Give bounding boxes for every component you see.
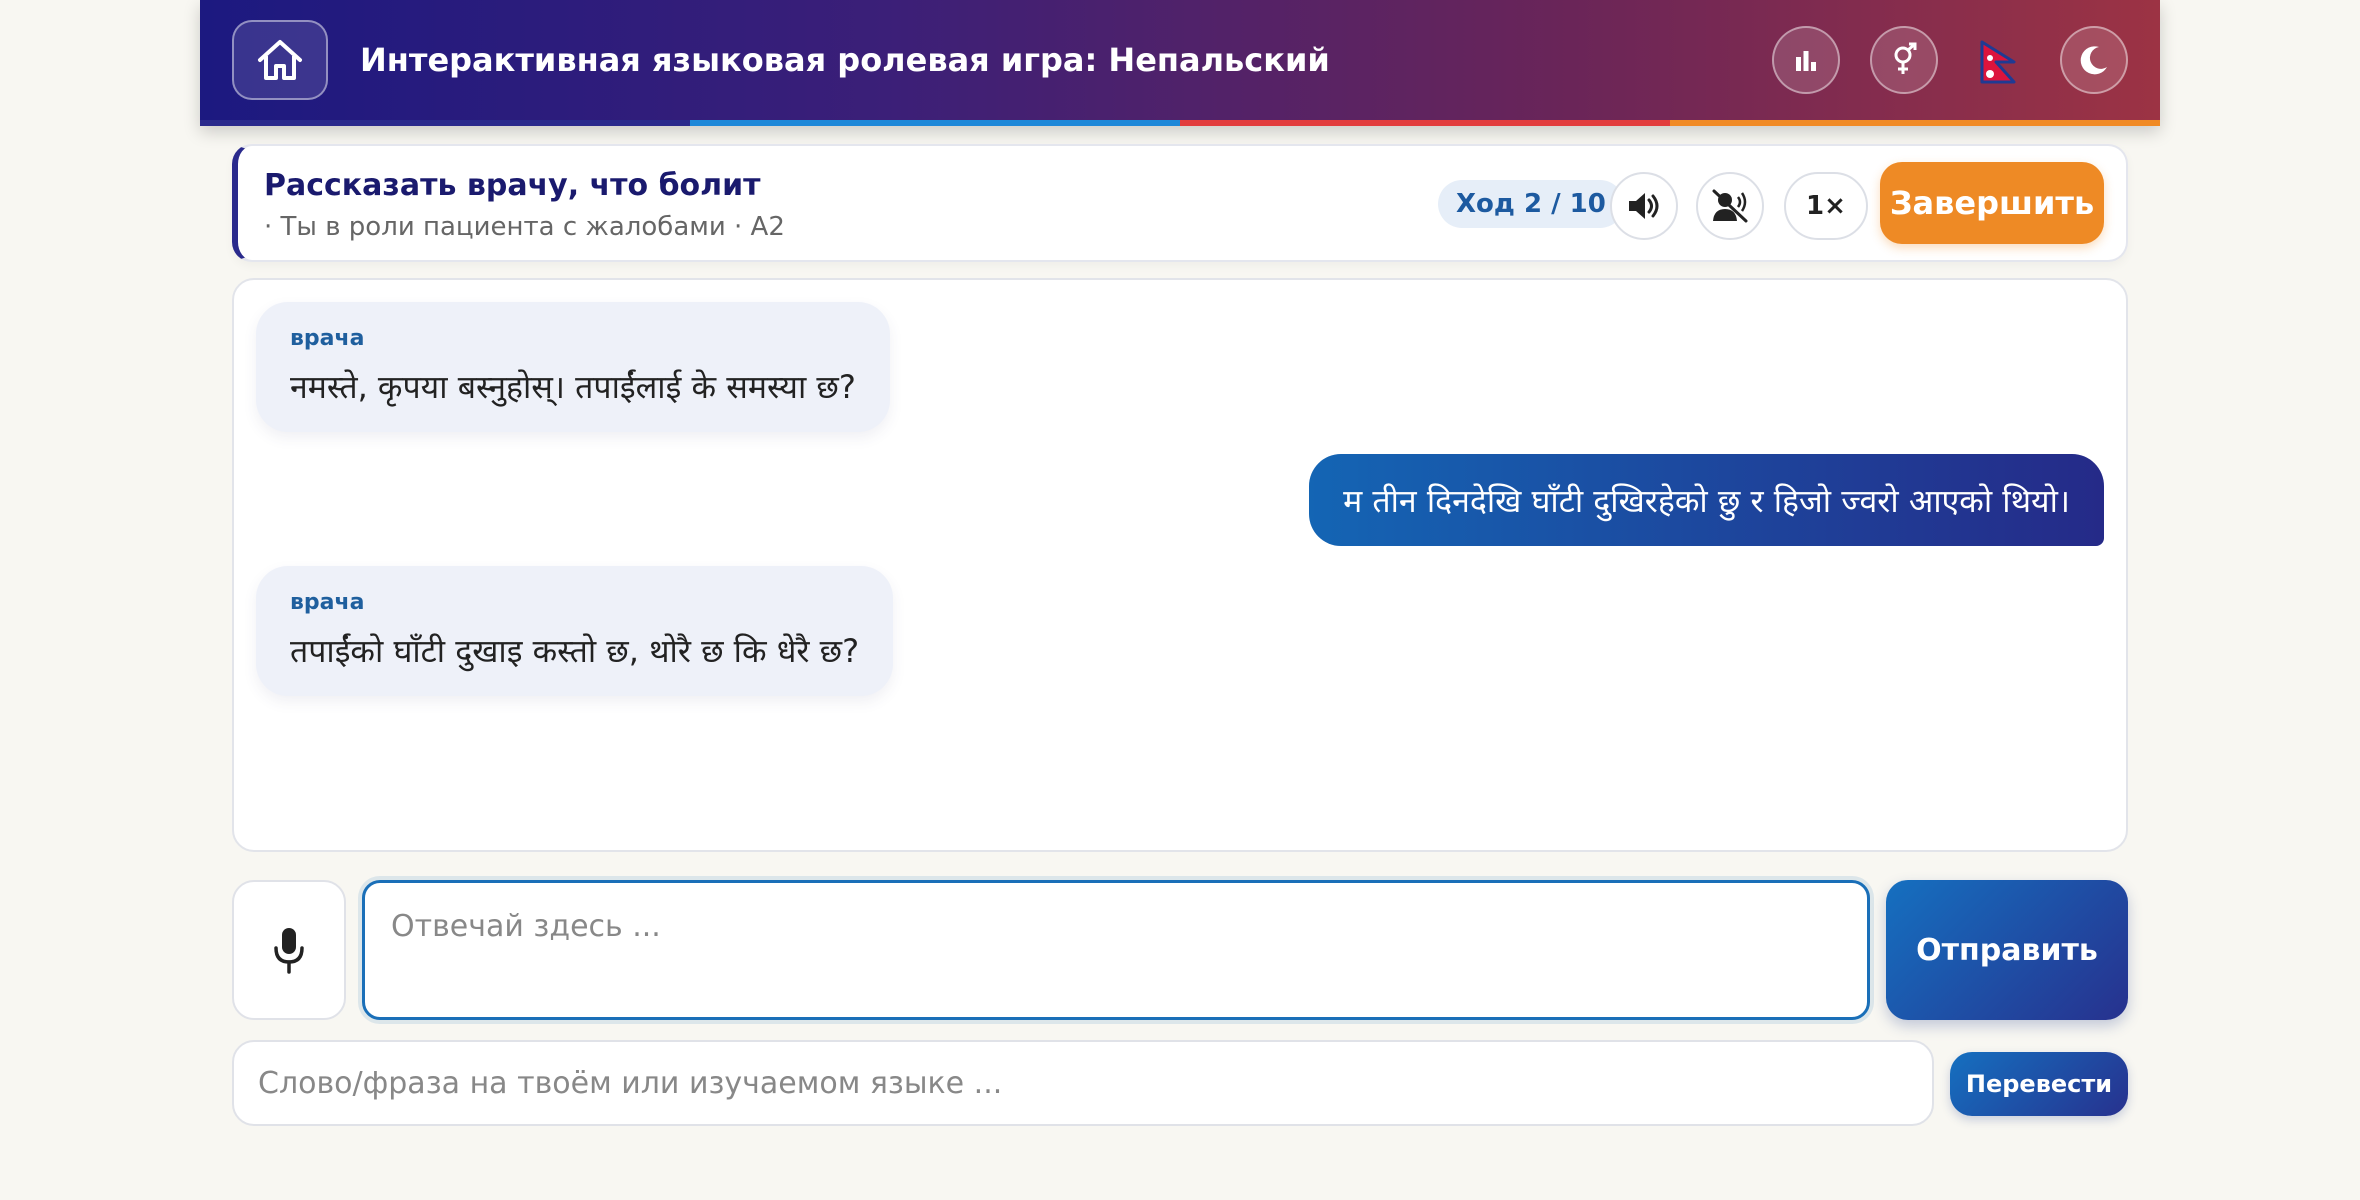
speech-muted-icon [1712,189,1748,223]
bot-message: врача नमस्ते, कृपया बस्नुहोस्। तपाईंलाई … [256,302,890,432]
translate-input[interactable] [232,1040,1934,1126]
chat-window: врача नमस्ते, कृपया बस्नुहोस्। तपाईंलाई … [232,278,2128,852]
speaker-icon [1629,193,1659,219]
mute-speech-button[interactable] [1696,172,1764,240]
scenario-title: Рассказать врачу, что болит [264,168,761,203]
message-speaker: врача [290,590,365,615]
speed-button[interactable]: 1× [1784,172,1868,240]
message-text: तपाईंको घाँटी दुखाइ कस्तो छ, थोरै छ कि ध… [290,632,860,670]
scenario-subtitle: · Ты в роли пациента с жалобами · A2 [264,212,785,242]
home-button[interactable] [232,20,328,100]
bot-message: врача तपाईंको घाँटी दुखाइ कस्तो छ, थोरै … [256,566,894,696]
nepal-flag-icon[interactable] [1976,40,2020,84]
app-header: Интерактивная языковая ролевая игра: Неп… [200,0,2160,126]
stats-icon [1796,51,1816,71]
theme-toggle-button[interactable] [2060,26,2128,94]
answer-input[interactable] [362,880,1870,1020]
moon-icon [2080,46,2107,75]
message-text: नमस्ते, कृपया बस्नुहोस्। तपाईंलाई के समस… [290,368,856,406]
page-title: Интерактивная языковая ролевая игра: Неп… [360,41,1330,79]
turn-counter-badge: Ход 2 / 10 [1438,180,1624,228]
stats-button[interactable] [1772,26,1840,94]
gender-button[interactable] [1870,26,1938,94]
header-stripe [200,120,2160,126]
translate-button[interactable]: Перевести [1950,1052,2128,1116]
finish-button[interactable]: Завершить [1880,162,2104,244]
audio-button[interactable] [1610,172,1678,240]
microphone-button[interactable] [232,880,346,1020]
send-button[interactable]: Отправить [1886,880,2128,1020]
scenario-card: Рассказать врачу, что болит · Ты в роли … [232,144,2128,262]
message-speaker: врача [290,326,365,351]
microphone-icon [274,928,304,974]
user-message: म तीन दिनदेखि घाँटी दुखिरहेको छु र हिजो … [1309,454,2104,546]
gender-icon [1894,42,1917,74]
home-icon [258,40,302,80]
